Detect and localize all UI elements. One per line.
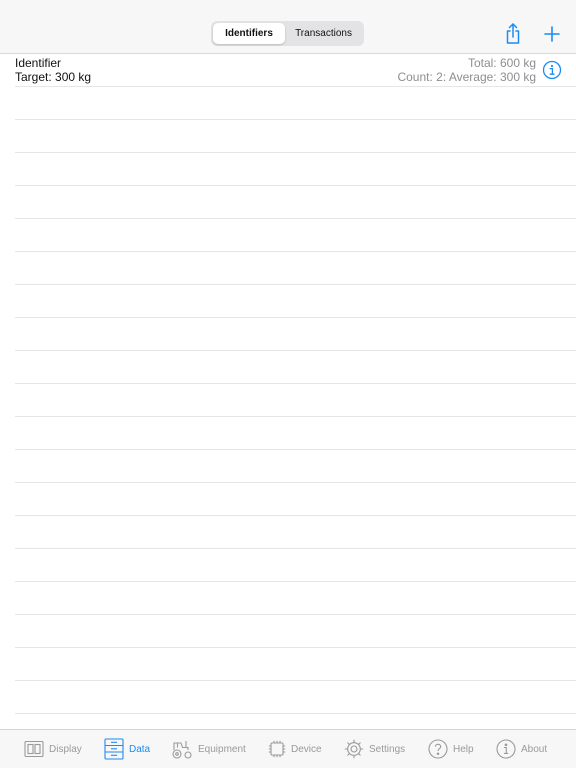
identifier-summary-row[interactable]: Identifier Target: 300 kg Total: 600 kg … [0,54,576,86]
info-button[interactable] [542,60,562,80]
count-average: Count: 2: Average: 300 kg [397,70,536,84]
display-icon [24,740,44,758]
app-screen: Identifiers Transactions Identifier Targ… [0,0,576,768]
tab-settings-label: Settings [369,743,406,755]
share-button[interactable] [501,22,525,46]
tab-data-label: Data [129,743,151,755]
tab-settings[interactable]: Settings [344,730,405,768]
tab-device[interactable]: Device [268,730,322,768]
device-icon [268,740,286,758]
tab-display-label: Display [49,743,82,755]
settings-icon [344,739,364,759]
tab-help-label: Help [453,743,474,755]
tab-equipment[interactable]: Equipment [171,730,246,768]
tab-equipment-label: Equipment [198,743,246,755]
help-icon [428,739,448,759]
segment-identifiers[interactable]: Identifiers [213,23,285,44]
add-button[interactable] [540,22,564,46]
tab-data[interactable]: Data [104,730,150,768]
data-icon [104,738,124,760]
view-segmented-control: Identifiers Transactions [211,21,364,46]
plus-icon [540,22,564,46]
identifier-list[interactable] [15,86,576,730]
segment-transactions[interactable]: Transactions [285,23,362,44]
summary-left: Identifier Target: 300 kg [15,56,91,84]
tab-about-label: About [521,743,548,755]
tab-device-label: Device [291,743,322,755]
equipment-icon [171,739,193,759]
tab-bar: Display Data Equipment Device Settings H… [0,729,576,768]
navigation-bar: Identifiers Transactions [0,0,576,54]
share-icon [501,22,525,46]
tab-display[interactable]: Display [24,730,82,768]
total-weight: Total: 600 kg [467,56,536,70]
tab-about[interactable]: About [496,730,547,768]
about-icon [496,739,516,759]
info-icon [542,60,562,83]
identifier-title: Identifier [15,56,62,70]
tab-help[interactable]: Help [428,730,474,768]
target-weight: Target: 300 kg [15,70,92,84]
summary-right: Total: 600 kg Count: 2: Average: 300 kg [397,56,536,84]
